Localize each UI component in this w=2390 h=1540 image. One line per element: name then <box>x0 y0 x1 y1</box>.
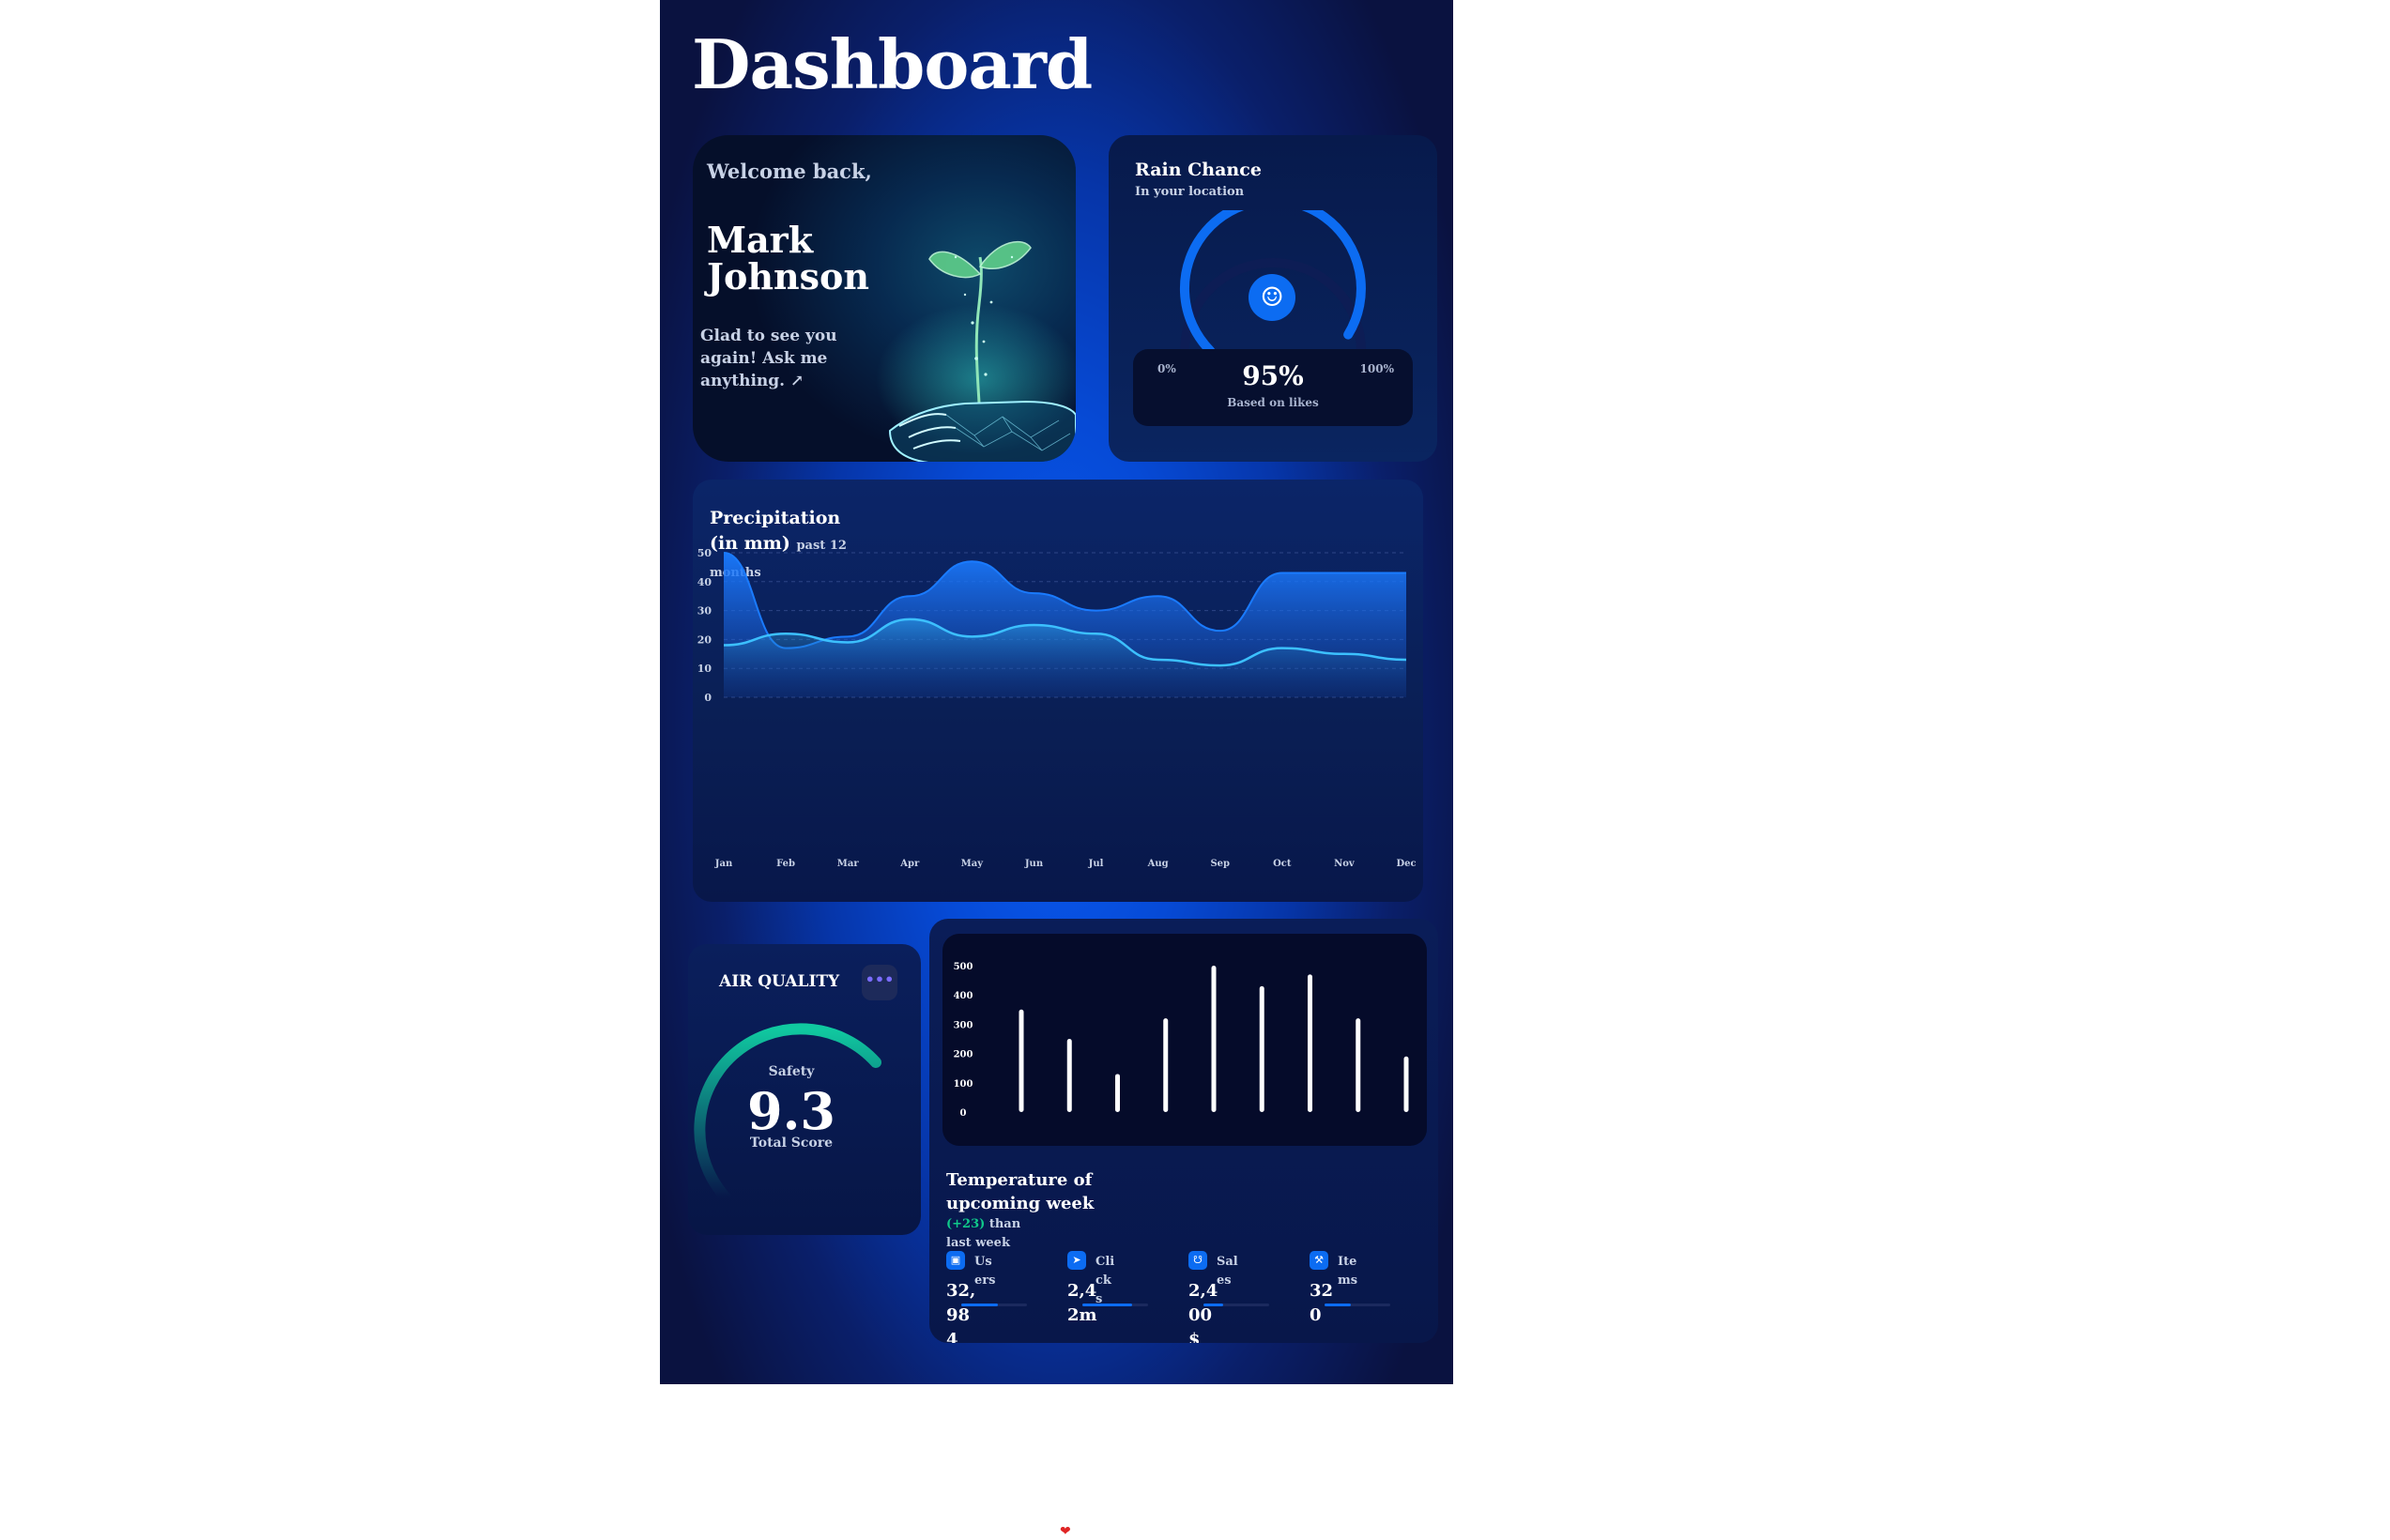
welcome-greeting: Welcome back, <box>707 160 872 183</box>
rocket-icon: ➤ <box>1067 1251 1086 1270</box>
stat-progress-fill <box>1203 1304 1223 1306</box>
smile-icon: ☺ <box>1249 274 1295 321</box>
x-tick-label: Nov <box>1334 859 1356 869</box>
bar <box>1259 985 1264 1112</box>
x-tick-label: Dec <box>1396 859 1416 869</box>
bar <box>1019 1009 1024 1112</box>
bar <box>1403 1056 1409 1112</box>
y-tick-label: 300 <box>954 1020 973 1030</box>
y-tick-label: 400 <box>954 991 973 1001</box>
y-tick-label: 500 <box>954 962 973 972</box>
rain-value-panel: 0% 95% 100% Based on likes <box>1133 349 1413 426</box>
temperature-card: 500 400 300 200 100 0 Temperature of upcoming… <box>929 919 1438 1343</box>
x-tick-label: Mar <box>837 859 860 869</box>
cart-icon: ☋ <box>1188 1251 1207 1270</box>
welcome-card: Welcome back, Mark Johnson Glad to see y… <box>693 135 1076 462</box>
stat-progress <box>1082 1304 1148 1306</box>
stat-progress-fill <box>961 1304 998 1306</box>
y-tick-label: 20 <box>697 633 712 646</box>
stat-progress <box>1203 1304 1269 1306</box>
rain-chance-card: Rain Chance In your location ☺ 0% 95% 10… <box>1109 135 1437 462</box>
temperature-delta-line: (+23) than last week <box>946 1215 1049 1253</box>
temperature-delta: (+23) <box>946 1217 986 1231</box>
hand-sprout-illustration <box>876 240 1076 462</box>
rain-basis: Based on likes <box>1227 396 1319 409</box>
air-quality-label: Safety <box>768 1064 815 1079</box>
precipitation-card: Precipitation (in mm) past 12 months 010… <box>693 480 1423 902</box>
welcome-message-text: Glad to see you again! Ask me anything. <box>700 327 837 390</box>
arrow-icon[interactable]: ↗ <box>790 372 804 390</box>
stat-value: 2,400$ <box>1188 1281 1218 1343</box>
bar <box>1163 1018 1169 1112</box>
x-tick-label: Oct <box>1273 859 1292 869</box>
temperature-bar-chart: 500 400 300 200 100 0 <box>954 962 1409 1119</box>
stat-clicks: ➤ Clicks 2,42m <box>1067 1251 1180 1335</box>
y-tick-label: 30 <box>697 605 712 618</box>
y-tick-label: 50 <box>697 547 712 559</box>
y-tick-label: 100 <box>954 1079 973 1090</box>
air-quality-score: 9.3 <box>747 1081 835 1141</box>
gauge-max-label: 100% <box>1359 362 1394 375</box>
y-tick-label: 200 <box>954 1050 973 1060</box>
x-tick-label: Jan <box>714 859 733 869</box>
x-tick-label: Feb <box>776 859 795 869</box>
bar <box>1308 974 1312 1112</box>
stat-progress-fill <box>1082 1304 1132 1306</box>
y-tick-label: 10 <box>697 663 712 675</box>
stat-sales: ☋ Sales 2,400$ <box>1188 1251 1301 1343</box>
bar <box>1066 1039 1072 1112</box>
bar <box>1356 1018 1361 1112</box>
air-quality-card: AIR QUALITY ••• Safety 9.3 Total Score <box>688 944 921 1235</box>
temperature-title: Temperature of upcoming week <box>946 1170 1095 1213</box>
bar <box>1211 966 1217 1112</box>
x-tick-label: Aug <box>1147 859 1169 869</box>
y-tick-label: 0 <box>704 692 712 704</box>
more-options-button[interactable]: ••• <box>862 965 897 1000</box>
dashboard-panel: Dashboard Welcome back, Mark Johnson Gla… <box>660 0 1453 1384</box>
x-tick-label: Sep <box>1210 859 1230 869</box>
air-quality-title: AIR QUALITY <box>719 972 840 991</box>
page-title: Dashboard <box>692 24 1093 104</box>
rain-card-title: Rain Chance <box>1135 160 1262 180</box>
stat-progress <box>1325 1304 1390 1306</box>
stat-value: 32,984 <box>946 1281 976 1343</box>
stat-users: ▣ Users 32,984 <box>946 1251 1059 1343</box>
wallet-icon: ▣ <box>946 1251 965 1270</box>
rain-card-subtitle: In your location <box>1135 185 1245 199</box>
x-tick-label: Jul <box>1088 859 1104 869</box>
wrench-icon: ⚒ <box>1310 1251 1328 1270</box>
stat-progress <box>961 1304 1027 1306</box>
stat-items: ⚒ Items 320 <box>1310 1251 1422 1335</box>
x-tick-label: Jun <box>1024 859 1044 869</box>
temperature-bar-chart-panel: 500 400 300 200 100 0 <box>942 934 1427 1146</box>
y-tick-label: 40 <box>697 576 712 588</box>
stat-progress-fill <box>1325 1304 1351 1306</box>
heart-icon: ❤ <box>1060 1524 1071 1539</box>
bar <box>1115 1074 1120 1112</box>
air-quality-caption: Total Score <box>749 1136 834 1151</box>
precipitation-chart: 0 10 20 30 40 50 Jan Feb Mar Apr May Jun Jul Aug Sep Oc… <box>697 547 1417 869</box>
x-tick-label: May <box>961 859 985 869</box>
x-tick-label: Apr <box>899 859 920 869</box>
y-tick-label: 0 <box>960 1108 967 1119</box>
